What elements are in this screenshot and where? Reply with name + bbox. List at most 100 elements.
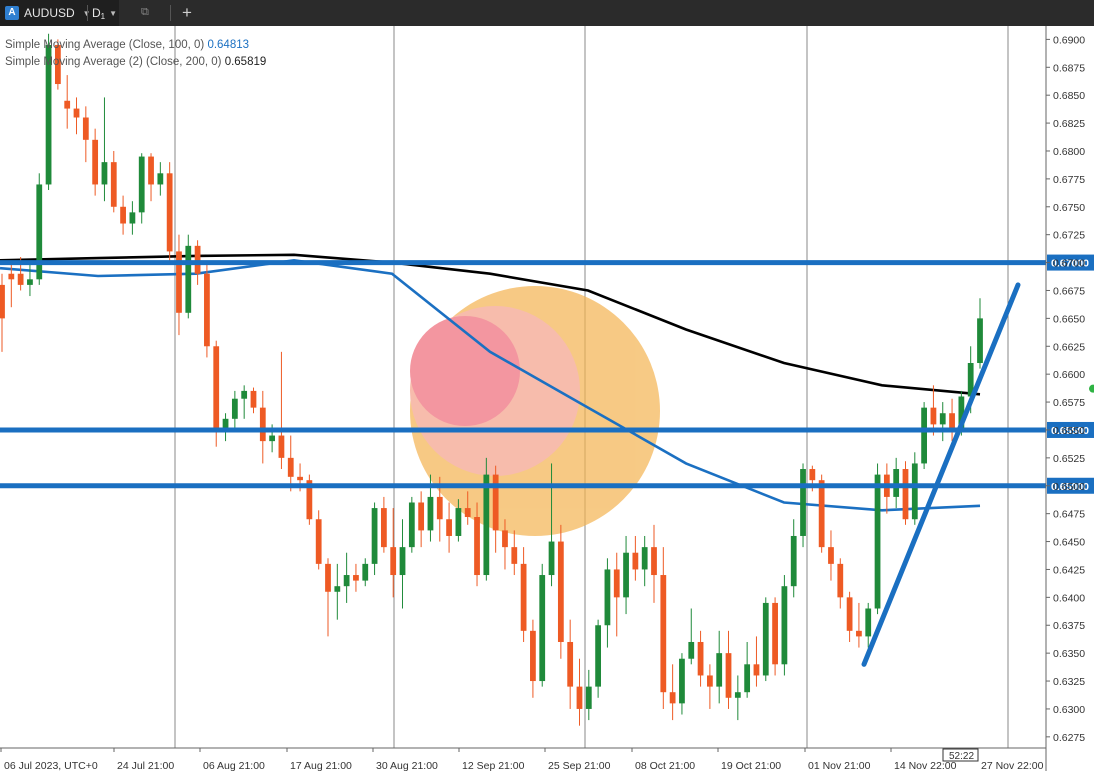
candle-body: [818, 480, 825, 548]
candle-body: [902, 469, 909, 520]
candle-body: [297, 476, 303, 481]
candle-body: [613, 569, 620, 598]
candle-body: [688, 641, 695, 659]
candle-body: [595, 625, 602, 687]
tab-divider: [170, 5, 171, 21]
candle-body: [474, 517, 480, 576]
candle-body: [418, 502, 425, 531]
candle-body: [213, 346, 220, 430]
x-tick-label: 17 Aug 21:00: [290, 760, 352, 771]
y-tick-label: 0.6825: [1053, 118, 1085, 130]
candle-body: [148, 156, 154, 185]
candle-body: [576, 686, 583, 709]
y-tick-label: 0.6400: [1053, 592, 1085, 604]
y-tick-label: 0.6475: [1053, 509, 1085, 521]
y-tick-label: 0.6275: [1053, 732, 1085, 744]
candle-body: [865, 608, 872, 637]
candle-body: [930, 407, 937, 425]
candle-body: [353, 575, 359, 581]
y-tick-label: 0.6600: [1053, 369, 1085, 381]
candle-body: [334, 586, 341, 592]
candle-body: [744, 664, 751, 693]
candle-body: [856, 630, 862, 637]
indicator-value: 0.64813: [207, 39, 250, 51]
y-tick-label: 0.6500: [1053, 481, 1085, 493]
indicator-label: Simple Moving Average (2) (Close, 200, 0…: [5, 56, 222, 68]
y-tick-label: 0.6750: [1053, 202, 1085, 214]
x-tick-label: 25 Sep 21:00: [548, 760, 611, 771]
y-tick-label: 0.6625: [1053, 341, 1085, 353]
candle-body: [772, 602, 778, 665]
y-tick-label: 0.6900: [1053, 34, 1085, 46]
candle-body: [8, 273, 15, 280]
candle-body: [483, 474, 490, 576]
candle-body: [623, 552, 629, 598]
candle-body: [949, 413, 955, 428]
candle-body: [669, 692, 676, 704]
y-tick-label: 0.6675: [1053, 285, 1085, 297]
candle-body: [557, 541, 564, 642]
candle-body: [781, 586, 788, 665]
watermark-logo: [410, 286, 660, 536]
candle-body: [73, 108, 80, 118]
tab-label-symbol: AUDUSD: [24, 6, 75, 20]
candle-body: [585, 686, 592, 709]
candle-body: [250, 390, 257, 408]
candle-body: [408, 502, 415, 548]
candle-body: [539, 575, 546, 682]
candle-body: [101, 162, 108, 185]
candle-body: [325, 563, 331, 592]
candle-body: [315, 519, 322, 564]
candle-body: [893, 469, 900, 497]
candle-body: [82, 117, 89, 140]
candle-body: [269, 435, 276, 442]
tab-bar: A AUDUSD ▼ D 1 ▼ ⧉ +: [0, 0, 1094, 26]
candle-body: [762, 602, 769, 676]
x-tick-label: 19 Oct 21:00: [721, 760, 781, 771]
y-tick-label: 0.6725: [1053, 230, 1085, 242]
indicator-legend-sma100[interactable]: Simple Moving Average (Close, 100, 0) 0.…: [5, 39, 249, 51]
candle-body: [231, 398, 238, 419]
candle-body: [427, 496, 434, 531]
candle-body: [753, 664, 760, 676]
indicator-label: Simple Moving Average (Close, 100, 0): [5, 39, 205, 51]
current-price-marker: [1089, 384, 1094, 393]
x-tick-label: 08 Oct 21:00: [635, 760, 695, 771]
time-axis: 06 Jul 2023, UTC+0 24 Jul 21:00 06 Aug 21:…: [0, 748, 1044, 771]
y-tick-label: 0.6450: [1053, 537, 1085, 549]
candle-body: [874, 474, 881, 609]
candle-body: [790, 535, 797, 587]
candle-body: [911, 463, 918, 520]
candle-body: [567, 641, 574, 687]
candle-body: [511, 547, 518, 564]
price-chart[interactable]: 0.670000.655000.65000 0.69000.68750.6850…: [0, 26, 1094, 771]
candle-body: [120, 206, 126, 224]
indicator-legend-sma200[interactable]: Simple Moving Average (2) (Close, 200, 0…: [5, 56, 266, 68]
candle-body: [17, 273, 24, 285]
candle-body: [706, 675, 713, 687]
tab-timeframe[interactable]: D 1 ▼: [92, 0, 142, 26]
detach-icon[interactable]: ⧉: [141, 6, 149, 19]
candle-body: [651, 547, 657, 576]
x-tick-label: 30 Aug 21:00: [376, 760, 438, 771]
candle-body: [455, 508, 462, 536]
candle-body: [939, 413, 946, 425]
x-tick-label: 06 Aug 21:00: [203, 760, 265, 771]
y-tick-label: 0.6325: [1053, 676, 1085, 688]
candle-body: [380, 508, 387, 548]
candle-body: [259, 407, 266, 442]
candle-body: [846, 597, 853, 631]
candle-body: [185, 245, 192, 313]
y-tick-label: 0.6575: [1053, 397, 1085, 409]
candle-body: [800, 469, 806, 536]
candle-body: [166, 173, 173, 252]
candle-body: [92, 139, 99, 185]
candle-body: [343, 575, 350, 587]
x-tick-label: 24 Jul 21:00: [117, 760, 174, 771]
tab-divider: [87, 5, 88, 21]
add-tab-icon[interactable]: +: [178, 3, 196, 23]
indicator-value: 0.65819: [224, 56, 267, 68]
chevron-down-icon[interactable]: ▼: [109, 9, 117, 18]
candle-body: [502, 530, 508, 548]
tab-label-timeframe: D: [92, 6, 101, 20]
